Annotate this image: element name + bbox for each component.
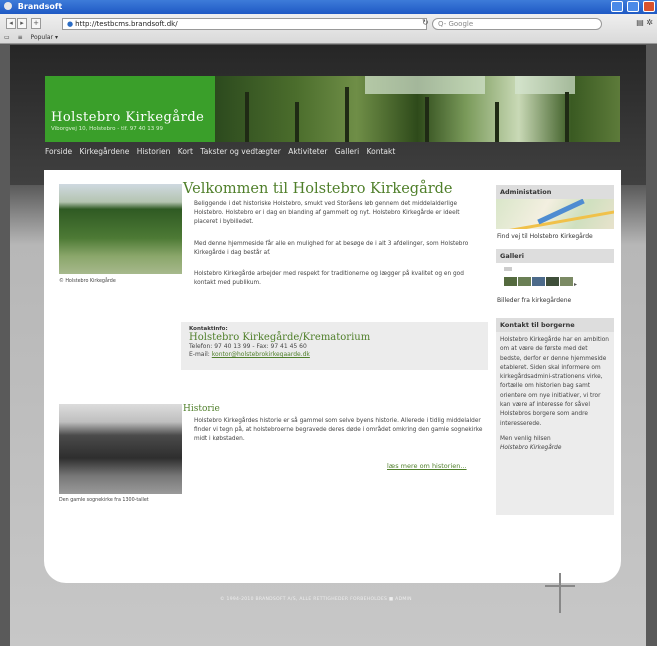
gear-icon[interactable]: ✲ (646, 18, 653, 27)
url-text: http://testbcms.brandsoft.dk/ (75, 20, 178, 28)
toolbar-right-icons: ▤ ✲ (636, 18, 653, 27)
history-more-link[interactable]: læs mere om historien... (387, 462, 467, 470)
church-photo-caption: Den gamle sognekirke fra 1300-tallet (59, 498, 149, 503)
window-titlebar: Brandsoft (0, 0, 657, 14)
nav-item-kontakt[interactable]: Kontakt (367, 147, 396, 156)
page-menu-icon[interactable]: ▤ (636, 18, 644, 27)
history-text: Holstebro Kirkegårdes historie er så gam… (194, 418, 483, 442)
admin-heading: Administation (496, 185, 614, 199)
map-thumbnail[interactable] (496, 199, 614, 229)
history-heading: Historie (183, 404, 220, 414)
bookmark-popular[interactable]: Popular ▾ (31, 34, 58, 41)
main-nav: Forside Kirkegårdene Historien Kort Taks… (45, 147, 620, 161)
nav-item-galleri[interactable]: Galleri (335, 147, 359, 156)
signoff: Holstebro Kirkegårde (500, 445, 562, 452)
site-address: Viborgvej 10, Holstebro - tlf. 97 40 13 … (51, 126, 163, 132)
nav-item-takster[interactable]: Takster og vedtægter (200, 147, 280, 156)
citizen-contact-heading: Kontakt til borgerne (496, 318, 614, 332)
globe-icon: ● (67, 20, 74, 28)
app-icon (4, 2, 12, 10)
forward-button[interactable]: ▸ (17, 18, 27, 29)
garden-photo (59, 184, 182, 274)
gallery-thumb[interactable] (504, 277, 517, 286)
bookmarks-bar: ▭ ≡ Popular ▾ (4, 34, 64, 41)
minimize-button[interactable] (611, 1, 624, 12)
para-visit: Med denne hjemmeside får alle en mulighe… (194, 241, 469, 256)
citizen-contact-box: Holstebro Kirkegårde har en ambition om … (496, 332, 614, 515)
gallery-heading: Galleri (496, 249, 614, 263)
church-photo (59, 404, 182, 494)
window-title: Brandsoft (17, 2, 63, 11)
site-logo[interactable]: Holstebro Kirkegårde Viborgvej 10, Holst… (45, 76, 215, 142)
gallery-thumb[interactable] (532, 277, 545, 286)
nav-item-historien[interactable]: Historien (137, 147, 171, 156)
gallery-thumbnails: ▸ (496, 263, 614, 293)
page-title: Velkommen til Holstebro Kirkegårde (183, 181, 453, 197)
url-bar[interactable]: ● http://testbcms.brandsoft.dk/ (62, 18, 427, 30)
browser-toolbar: ◂ ▸ + ● http://testbcms.brandsoft.dk/ ↻ Q… (0, 14, 657, 44)
contact-email-line: E-mail: kontor@holstebrokirkegaarde.dk (189, 351, 480, 359)
nav-item-kirkegaardene[interactable]: Kirkegårdene (79, 147, 129, 156)
gallery-link[interactable]: Billeder fra kirkegårdene (496, 293, 614, 308)
contact-email-label: E-mail: (189, 351, 210, 358)
footer-copyright: © 1994-2010 BRANDSOFT A/S, ALLE RETTIGHE… (220, 597, 412, 602)
site-name: Holstebro Kirkegårde (51, 110, 205, 125)
gallery-thumb[interactable] (546, 277, 559, 286)
nav-item-aktiviteter[interactable]: Aktiviteter (288, 147, 327, 156)
contact-phone: Telefon: 97 40 13 99 - Fax: 97 41 45 60 (189, 343, 307, 350)
contact-name: Holstebro Kirkegårde/Krematorium (189, 332, 371, 343)
gallery-next-icon[interactable]: ▸ (574, 281, 577, 288)
header-banner-image (215, 76, 620, 142)
para-tradition: Holstebro Kirkegårde arbejder med respek… (194, 271, 464, 286)
list-icon[interactable]: ≡ (18, 34, 23, 41)
contact-email-link[interactable]: kontor@holstebrokirkegaarde.dk (212, 351, 310, 358)
cross-icon (545, 573, 575, 613)
nav-item-kort[interactable]: Kort (178, 147, 193, 156)
greeting: Men venlig hilsen (500, 435, 551, 442)
intro-text: Beliggende i det historiske Holstebro, s… (194, 201, 460, 225)
maximize-button[interactable] (627, 1, 640, 12)
close-button[interactable] (643, 1, 655, 12)
sidebar: Administation Find vej til Holstebro Kir… (496, 185, 614, 515)
citizen-contact-text: Holstebro Kirkegårde har en ambition om … (500, 337, 609, 427)
book-icon[interactable]: ▭ (4, 34, 10, 41)
add-bookmark-button[interactable]: + (31, 18, 41, 29)
garden-photo-caption: © Holstebro Kirkegårde (59, 279, 116, 284)
contact-box: Kontaktinfo: Holstebro Kirkegårde/Kremat… (181, 322, 488, 370)
search-input[interactable]: Q- Google (432, 18, 602, 30)
admin-map-link[interactable]: Find vej til Holstebro Kirkegårde (496, 229, 614, 244)
gallery-thumb[interactable] (560, 277, 573, 286)
nav-item-forside[interactable]: Forside (45, 147, 72, 156)
back-button[interactable]: ◂ (6, 18, 16, 29)
gallery-thumb[interactable] (518, 277, 531, 286)
window-controls (610, 1, 655, 14)
reload-icon[interactable]: ↻ (422, 18, 429, 27)
